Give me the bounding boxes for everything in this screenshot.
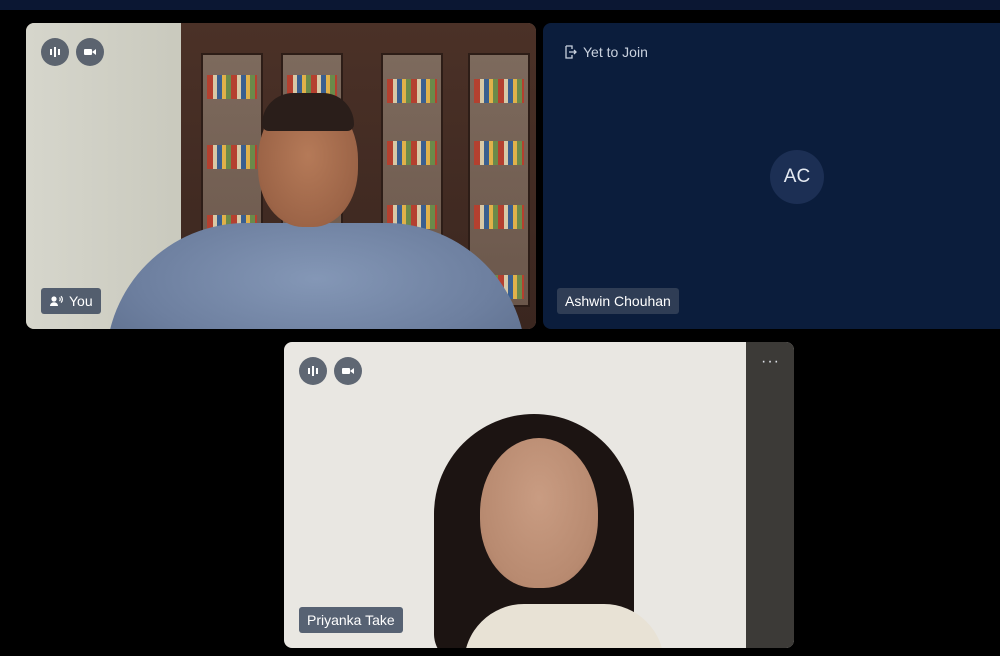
- video-background: [746, 342, 794, 648]
- participant-name-label: You: [41, 288, 101, 314]
- video-tile-priyanka[interactable]: ··· Priyanka Take: [284, 342, 794, 648]
- join-status-text: Yet to Join: [583, 44, 648, 60]
- participant-name-label: Priyanka Take: [299, 607, 403, 633]
- video-tile-ashwin[interactable]: Yet to Join AC Ashwin Chouhan: [543, 23, 1000, 329]
- video-camera-icon[interactable]: [334, 357, 362, 385]
- more-options-icon[interactable]: ···: [761, 354, 780, 370]
- join-status: Yet to Join: [563, 41, 648, 63]
- audio-level-icon[interactable]: [41, 38, 69, 66]
- name-text: Priyanka Take: [307, 612, 395, 628]
- audio-level-icon[interactable]: [299, 357, 327, 385]
- name-text: You: [69, 293, 93, 309]
- speaking-icon: [50, 295, 63, 306]
- participant-video-face: [480, 438, 598, 588]
- participant-name-label: Ashwin Chouhan: [557, 288, 679, 314]
- top-bar: [0, 0, 1000, 10]
- video-camera-icon[interactable]: [76, 38, 104, 66]
- avatar: AC: [770, 150, 824, 204]
- exit-door-icon: [565, 45, 577, 59]
- name-text: Ashwin Chouhan: [565, 293, 671, 309]
- video-tile-you[interactable]: You: [26, 23, 536, 329]
